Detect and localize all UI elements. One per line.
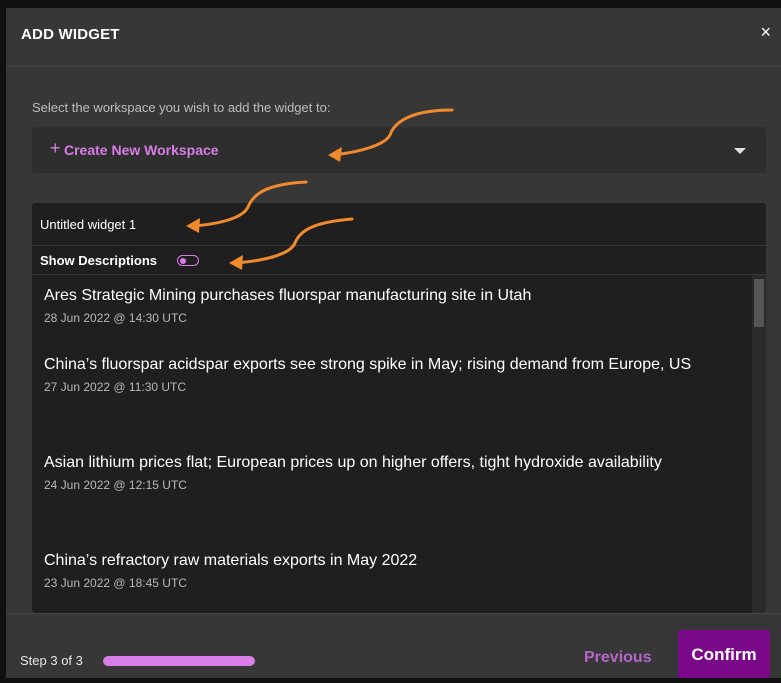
step-progress-fill — [103, 656, 255, 666]
plus-icon: + — [50, 138, 61, 158]
modal-header: ADD WIDGET × — [6, 8, 781, 67]
widget-preview: Untitled widget 1 Show Descriptions Ares… — [32, 203, 766, 613]
add-widget-modal: ADD WIDGET × Select the workspace you wi… — [6, 8, 781, 678]
news-scrollbar[interactable] — [752, 275, 766, 613]
show-descriptions-row: Show Descriptions — [32, 246, 766, 275]
news-title: Asian lithium prices flat; European pric… — [44, 454, 662, 471]
news-title: China’s fluorspar acidspar exports see s… — [44, 356, 692, 373]
workspace-label: Select the workspace you wish to add the… — [32, 100, 331, 115]
scrollbar-thumb[interactable] — [754, 279, 764, 327]
step-progress-bar — [103, 656, 255, 666]
widget-name-text: Untitled widget 1 — [40, 217, 137, 232]
widget-name-field[interactable]: Untitled widget 1 — [32, 203, 766, 246]
modal-footer: Step 3 of 3 Previous Confirm — [6, 613, 781, 678]
show-descriptions-label: Show Descriptions — [40, 253, 158, 268]
previous-button[interactable]: Previous — [584, 649, 652, 667]
toggle-knob — [180, 257, 186, 264]
modal-title: ADD WIDGET — [21, 26, 120, 43]
list-item[interactable]: Ares Strategic Mining purchases fluorspa… — [44, 285, 724, 325]
step-indicator: Step 3 of 3 — [20, 653, 83, 668]
news-date: 27 Jun 2022 @ 11:30 UTC — [44, 380, 187, 394]
news-title: Ares Strategic Mining purchases fluorspa… — [44, 287, 532, 304]
show-descriptions-toggle[interactable] — [177, 255, 199, 266]
workspace-selected-value: Create New Workspace — [64, 142, 219, 158]
news-title: China’s refractory raw materials exports… — [44, 552, 418, 569]
list-item[interactable]: Asian lithium prices flat; European pric… — [44, 452, 724, 492]
chevron-down-icon — [734, 148, 746, 154]
list-item[interactable]: China’s fluorspar acidspar exports see s… — [44, 354, 724, 394]
confirm-button[interactable]: Confirm — [678, 630, 770, 678]
news-list: Ares Strategic Mining purchases fluorspa… — [32, 275, 752, 613]
news-date: 24 Jun 2022 @ 12:15 UTC — [44, 478, 187, 492]
list-item[interactable]: China’s refractory raw materials exports… — [44, 550, 724, 590]
close-icon[interactable]: × — [760, 22, 771, 42]
news-date: 23 Jun 2022 @ 18:45 UTC — [44, 576, 187, 590]
news-date: 28 Jun 2022 @ 14:30 UTC — [44, 311, 187, 325]
workspace-select[interactable]: + Create New Workspace — [32, 127, 766, 173]
